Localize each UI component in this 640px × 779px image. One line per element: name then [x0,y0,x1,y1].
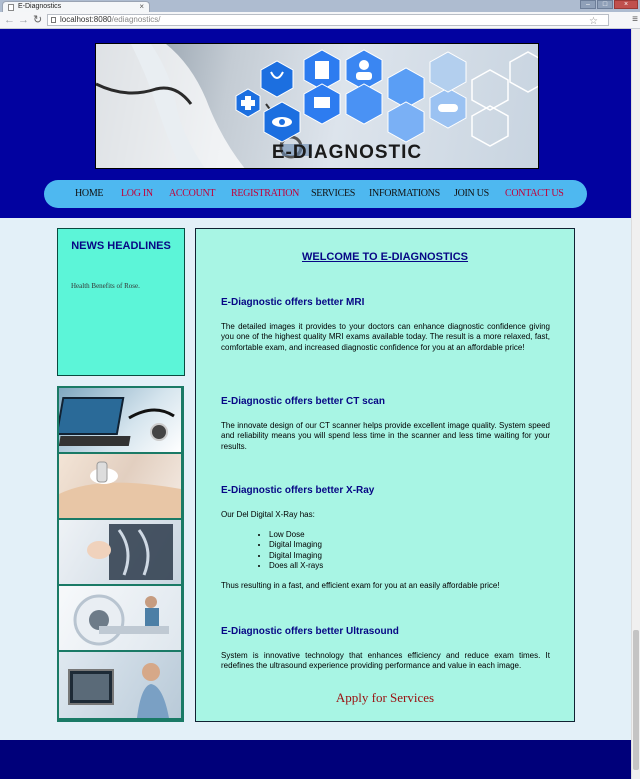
nav-contact-us[interactable]: CONTACT US [505,180,564,208]
side-gallery [57,386,184,722]
section-heading-xray: E-Diagnostic offers better X-Ray [221,485,375,496]
list-item: Digital Imaging [269,551,323,561]
ultrasound-photo [59,454,181,518]
nav-home[interactable]: HOME [75,180,104,208]
section-heading-ultrasound: E-Diagnostic offers better Ultrasound [221,626,399,637]
main-content: WELCOME TO E-DIAGNOSTICS E-Diagnostic of… [195,228,575,722]
news-panel: NEWS HEADLINES Health Benefits of Rose. [57,228,185,376]
scrollbar-thumb[interactable] [633,630,639,770]
section-text-xray-after: Thus resulting in a fast, and efficient … [221,581,500,590]
section-heading-ct: E-Diagnostic offers better CT scan [221,396,385,407]
address-bar[interactable]: localhost:8080/ediagnostics/ ☆ [47,14,609,29]
laptop-stethoscope-photo [59,388,181,452]
news-item-link[interactable]: Health Benefits of Rose. [71,282,140,290]
site-header: E-DIAGNOSTIC HOME LOG IN ACCOUNT REGISTR… [0,29,631,218]
url-path: /ediagnostics/ [111,15,161,24]
monitor-icon [303,83,341,125]
browser-tab[interactable]: E-Diagnostics × [2,1,150,12]
nav-informations[interactable]: INFORMATIONS [369,180,440,208]
list-item: Digital Imaging [269,540,323,550]
welcome-heading: WELCOME TO E-DIAGNOSTICS [301,251,469,263]
xray-features-list: Low Dose Digital Imaging Digital Imaging… [261,530,323,572]
nav-services[interactable]: SERVICES [311,180,355,208]
browser-titlebar: E-Diagnostics × – □ × [0,0,640,12]
reload-icon[interactable]: ↻ [33,13,42,27]
section-text-ct: The innovate design of our CT scanner he… [221,421,550,451]
back-icon[interactable]: ← [4,13,15,27]
browser-menu-icon[interactable]: ≡ [632,13,638,27]
section-heading-mri: E-Diagnostic offers better MRI [221,297,365,308]
page-icon [51,17,56,23]
tab-title: E-Diagnostics [18,3,62,10]
browser-toolbar: ← → ↻ localhost:8080/ediagnostics/ ☆ ≡ [0,12,640,29]
section-text-ultrasound: System is innovative technology that enh… [221,651,550,671]
url-text[interactable]: localhost:8080/ediagnostics/ [60,15,161,25]
maximize-button[interactable]: □ [597,0,613,9]
nav-registration[interactable]: REGISTRATION [231,180,299,208]
window-controls: – □ × [580,0,638,10]
tab-close-icon[interactable]: × [139,2,144,12]
banner-title: E-DIAGNOSTIC [271,142,423,163]
site-footer [0,740,631,779]
list-item: Does all X-rays [269,561,323,571]
medical-cross-icon [235,88,261,118]
apply-for-services-link[interactable]: Apply for Services [196,690,574,706]
news-title: NEWS HEADLINES [71,240,171,252]
hero-banner: E-DIAGNOSTIC [95,43,539,169]
close-window-button[interactable]: × [614,0,638,9]
page-icon [8,4,14,11]
bookmark-star-icon[interactable]: ☆ [589,15,598,29]
xray-photo [59,520,181,584]
url-host: localhost:8080 [60,15,112,24]
nav-account[interactable]: ACCOUNT [169,180,216,208]
section-text-mri: The detailed images it provides to your … [221,322,550,352]
stethoscope-icon [260,60,294,98]
ultrasound-monitor-photo [59,652,181,718]
pill-icon [429,87,467,129]
list-item: Low Dose [269,530,323,540]
section-text-xray: Our Del Digital X-Ray has: [221,510,315,519]
nav-join-us[interactable]: JOIN US [454,180,489,208]
main-nav: HOME LOG IN ACCOUNT REGISTRATION SERVICE… [44,180,587,208]
page-viewport: E-DIAGNOSTIC HOME LOG IN ACCOUNT REGISTR… [0,29,631,779]
page-scrollbar[interactable] [631,29,640,779]
forward-icon[interactable]: → [18,13,29,27]
ct-scanner-photo [59,586,181,650]
minimize-button[interactable]: – [580,0,596,9]
nav-login[interactable]: LOG IN [121,180,153,208]
